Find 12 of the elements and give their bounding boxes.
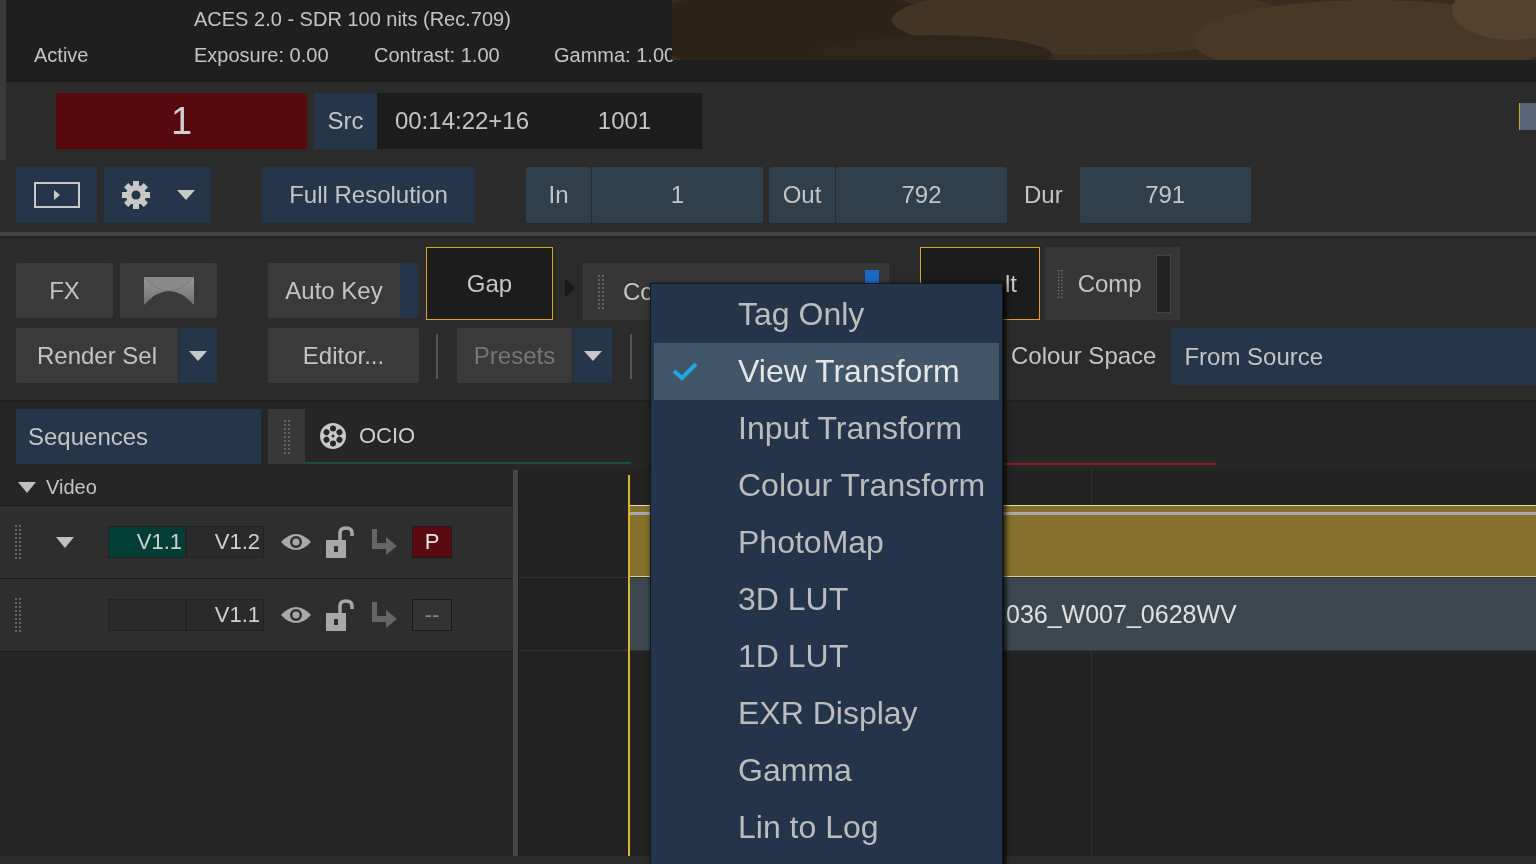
- colour-space-label: ACES 2.0 - SDR 100 nits (Rec.709): [194, 7, 512, 31]
- out-label: Out: [769, 167, 835, 223]
- duration-label: Dur: [1024, 180, 1063, 210]
- group-label: Video: [46, 476, 97, 499]
- panel-title: Sequences: [16, 409, 261, 464]
- source-label: Src: [314, 93, 377, 149]
- in-label: In: [526, 167, 591, 223]
- contrast-label: Contrast: 1.00: [374, 43, 501, 67]
- exposure-label: Exposure: 0.00: [194, 43, 330, 67]
- colour-space-label: Colour Space: [1011, 340, 1157, 371]
- node-label: Comp: [1077, 269, 1142, 298]
- status-label: Active: [34, 43, 90, 67]
